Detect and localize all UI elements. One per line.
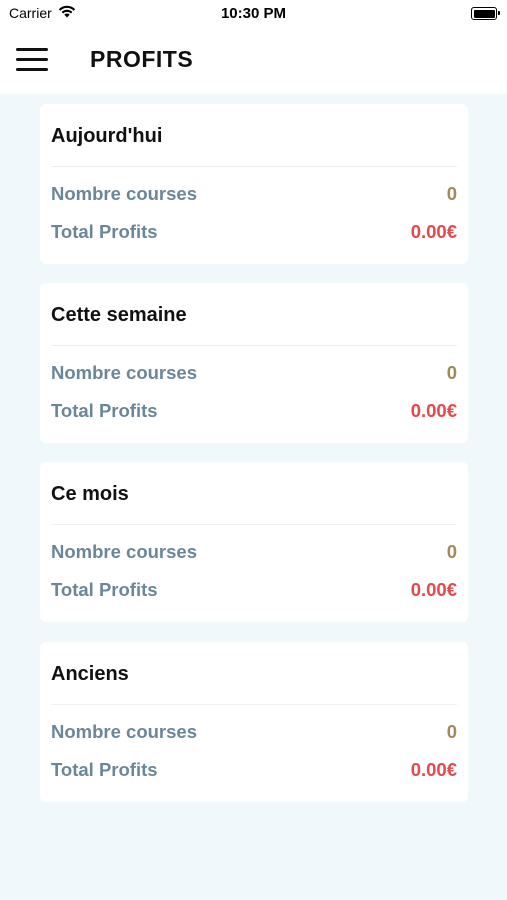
page-title: PROFITS <box>90 46 194 72</box>
divider <box>51 704 457 705</box>
status-bar: Carrier 10:30 PM <box>0 0 507 28</box>
card-title: Ce mois <box>51 483 129 505</box>
courses-label: Nombre courses <box>51 183 197 204</box>
courses-row: Nombre courses 0 <box>51 182 457 206</box>
profits-list: Aujourd'hui Nombre courses 0 Total Profi… <box>0 94 507 900</box>
profits-label: Total Profits <box>51 221 158 242</box>
profits-row: Total Profits 0.00€ <box>51 399 457 423</box>
courses-row: Nombre courses 0 <box>51 540 457 564</box>
profits-row: Total Profits 0.00€ <box>51 220 457 244</box>
courses-label: Nombre courses <box>51 362 197 383</box>
courses-row: Nombre courses 0 <box>51 720 457 744</box>
courses-value: 0 <box>446 183 457 204</box>
card-week: Cette semaine Nombre courses 0 Total Pro… <box>40 283 468 443</box>
divider <box>51 345 457 346</box>
battery-icon <box>471 7 500 20</box>
profits-row: Total Profits 0.00€ <box>51 578 457 602</box>
divider <box>51 166 457 167</box>
profits-label: Total Profits <box>51 400 158 421</box>
profits-label: Total Profits <box>51 579 158 600</box>
card-title: Aujourd'hui <box>51 125 163 147</box>
card-title: Anciens <box>51 663 129 685</box>
divider <box>51 524 457 525</box>
courses-value: 0 <box>446 362 457 383</box>
app-header: PROFITS <box>0 28 507 94</box>
card-month: Ce mois Nombre courses 0 Total Profits 0… <box>40 462 468 622</box>
card-today: Aujourd'hui Nombre courses 0 Total Profi… <box>40 104 468 264</box>
profits-label: Total Profits <box>51 759 158 780</box>
profits-value: 0.00€ <box>410 579 457 600</box>
status-time: 10:30 PM <box>220 5 287 22</box>
courses-value: 0 <box>446 541 457 562</box>
profits-value: 0.00€ <box>410 400 457 421</box>
card-title: Cette semaine <box>51 304 187 326</box>
card-older: Anciens Nombre courses 0 Total Profits 0… <box>40 642 468 802</box>
hamburger-menu-icon[interactable] <box>16 48 48 72</box>
profits-value: 0.00€ <box>410 759 457 780</box>
courses-row: Nombre courses 0 <box>51 361 457 385</box>
profits-row: Total Profits 0.00€ <box>51 758 457 782</box>
profits-value: 0.00€ <box>410 221 457 242</box>
courses-value: 0 <box>446 721 457 742</box>
courses-label: Nombre courses <box>51 721 197 742</box>
courses-label: Nombre courses <box>51 541 197 562</box>
